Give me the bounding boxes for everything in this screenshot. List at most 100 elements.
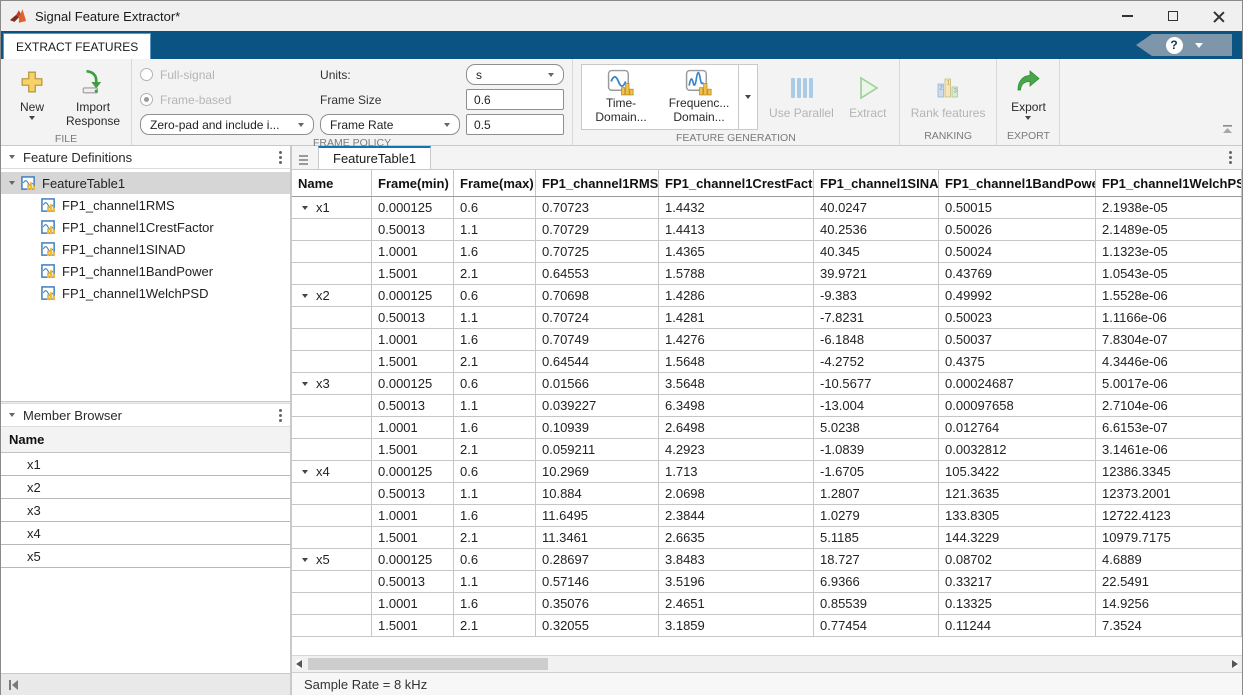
member-row[interactable]: x2 xyxy=(1,476,290,499)
group-name-cell[interactable]: x1 xyxy=(292,197,372,219)
table-cell[interactable]: 1.0001 xyxy=(372,329,454,351)
table-cell[interactable]: 0.01566 xyxy=(536,373,659,395)
table-cell[interactable]: 5.1185 xyxy=(814,527,939,549)
table-cell[interactable]: 1.4276 xyxy=(659,329,814,351)
table-cell[interactable]: 1.5528e-06 xyxy=(1096,285,1242,307)
table-cell[interactable]: 0.039227 xyxy=(536,395,659,417)
table-cell[interactable]: 1.1 xyxy=(454,219,536,241)
table-cell[interactable]: 40.2536 xyxy=(814,219,939,241)
table-cell[interactable]: 0.70724 xyxy=(536,307,659,329)
table-cell[interactable]: 1.0543e-05 xyxy=(1096,263,1242,285)
table-cell[interactable]: 1.6 xyxy=(454,329,536,351)
table-cell[interactable]: 0.70725 xyxy=(536,241,659,263)
table-cell[interactable]: 5.0017e-06 xyxy=(1096,373,1242,395)
table-cell[interactable]: 0.50013 xyxy=(372,219,454,241)
table-cell[interactable]: -7.8231 xyxy=(814,307,939,329)
table-cell[interactable]: 0.28697 xyxy=(536,549,659,571)
member-row[interactable]: x1 xyxy=(1,453,290,476)
export-dropdown-icon[interactable] xyxy=(1025,116,1031,120)
table-cell[interactable]: 10.884 xyxy=(536,483,659,505)
member-row[interactable]: x5 xyxy=(1,545,290,568)
gallery-expand-button[interactable] xyxy=(738,65,757,129)
table-cell[interactable]: 0.6 xyxy=(454,461,536,483)
table-cell[interactable]: -13.004 xyxy=(814,395,939,417)
collapse-sidebar-button[interactable] xyxy=(9,680,18,690)
column-header[interactable]: Frame(min) xyxy=(372,170,454,196)
collapse-ribbon-button[interactable] xyxy=(1221,122,1234,140)
scroll-right-icon[interactable] xyxy=(1232,660,1238,668)
table-cell[interactable]: 0.000125 xyxy=(372,549,454,571)
collapse-group-icon[interactable] xyxy=(302,206,308,210)
table-cell[interactable]: 0.012764 xyxy=(939,417,1096,439)
table-cell[interactable]: 5.0238 xyxy=(814,417,939,439)
table-cell[interactable]: 0.50013 xyxy=(372,483,454,505)
document-menu-icon[interactable] xyxy=(1229,151,1232,154)
zero-pad-dropdown[interactable]: Zero-pad and include i... xyxy=(140,114,314,135)
collapse-group-icon[interactable] xyxy=(302,558,308,562)
frame-rate-input[interactable]: 0.5 xyxy=(466,114,564,135)
collapse-group-icon[interactable] xyxy=(302,294,308,298)
table-cell[interactable]: 1.1 xyxy=(454,307,536,329)
table-cell[interactable]: 0.64544 xyxy=(536,351,659,373)
export-button[interactable]: Export xyxy=(1005,64,1051,122)
import-response-button[interactable]: Import Response xyxy=(63,64,123,131)
frame-based-radio[interactable]: Frame-based xyxy=(140,89,314,110)
tree-item-featuretable[interactable]: FeatureTable1 xyxy=(1,172,290,194)
tree-item-feature[interactable]: FP1_channel1BandPower xyxy=(1,260,290,282)
collapse-group-icon[interactable] xyxy=(302,382,308,386)
table-cell[interactable]: -1.6705 xyxy=(814,461,939,483)
table-cell[interactable]: 1.6 xyxy=(454,417,536,439)
table-cell[interactable]: -4.2752 xyxy=(814,351,939,373)
table-cell[interactable]: 1.6 xyxy=(454,593,536,615)
table-cell[interactable]: 1.6 xyxy=(454,505,536,527)
table-cell[interactable]: 2.1 xyxy=(454,263,536,285)
frame-size-input[interactable]: 0.6 xyxy=(466,89,564,110)
column-header[interactable]: Name xyxy=(292,170,372,196)
table-cell[interactable]: 3.5196 xyxy=(659,571,814,593)
table-cell[interactable]: 0.50013 xyxy=(372,571,454,593)
table-cell[interactable]: 2.1938e-05 xyxy=(1096,197,1242,219)
table-cell[interactable]: 3.5648 xyxy=(659,373,814,395)
tab-featuretable1[interactable]: FeatureTable1 xyxy=(318,146,431,169)
table-cell[interactable]: -10.5677 xyxy=(814,373,939,395)
table-cell[interactable]: -1.0839 xyxy=(814,439,939,461)
table-cell[interactable]: 3.8483 xyxy=(659,549,814,571)
table-cell[interactable]: 1.5001 xyxy=(372,527,454,549)
table-cell[interactable]: 0.6 xyxy=(454,285,536,307)
table-cell[interactable]: 0.85539 xyxy=(814,593,939,615)
table-cell[interactable]: 105.3422 xyxy=(939,461,1096,483)
table-cell[interactable]: 0.10939 xyxy=(536,417,659,439)
table-cell[interactable]: 4.2923 xyxy=(659,439,814,461)
table-cell[interactable]: 0.70749 xyxy=(536,329,659,351)
column-header[interactable]: Frame(max) xyxy=(454,170,536,196)
table-cell[interactable]: 121.3635 xyxy=(939,483,1096,505)
table-cell[interactable]: 2.0698 xyxy=(659,483,814,505)
table-cell[interactable]: 1.5001 xyxy=(372,263,454,285)
table-cell[interactable]: 0.50015 xyxy=(939,197,1096,219)
table-cell[interactable]: 3.1859 xyxy=(659,615,814,637)
member-row[interactable]: x3 xyxy=(1,499,290,522)
table-cell[interactable]: 1.713 xyxy=(659,461,814,483)
table-cell[interactable]: 0.00024687 xyxy=(939,373,1096,395)
table-cell[interactable]: 0.64553 xyxy=(536,263,659,285)
table-cell[interactable]: 1.5788 xyxy=(659,263,814,285)
rank-features-button[interactable]: 2 1 3 Rank features xyxy=(908,70,989,122)
member-name-column-header[interactable]: Name xyxy=(1,427,290,453)
member-browser-menu-icon[interactable] xyxy=(279,409,282,412)
table-cell[interactable]: 11.6495 xyxy=(536,505,659,527)
table-cell[interactable]: 1.0001 xyxy=(372,417,454,439)
table-cell[interactable]: 0.11244 xyxy=(939,615,1096,637)
help-icon[interactable]: ? xyxy=(1166,37,1183,54)
table-cell[interactable]: 2.6635 xyxy=(659,527,814,549)
table-cell[interactable]: 0.50023 xyxy=(939,307,1096,329)
full-signal-radio[interactable]: Full-signal xyxy=(140,64,314,85)
group-name-cell[interactable]: x2 xyxy=(292,285,372,307)
table-cell[interactable]: 0.0032812 xyxy=(939,439,1096,461)
minimize-button[interactable] xyxy=(1104,1,1150,31)
table-cell[interactable]: 2.1489e-05 xyxy=(1096,219,1242,241)
table-cell[interactable]: 1.1 xyxy=(454,483,536,505)
column-header[interactable]: FP1_channel1BandPower xyxy=(939,170,1096,196)
group-name-cell[interactable]: x5 xyxy=(292,549,372,571)
table-cell[interactable]: 7.8304e-07 xyxy=(1096,329,1242,351)
table-cell[interactable]: 40.0247 xyxy=(814,197,939,219)
